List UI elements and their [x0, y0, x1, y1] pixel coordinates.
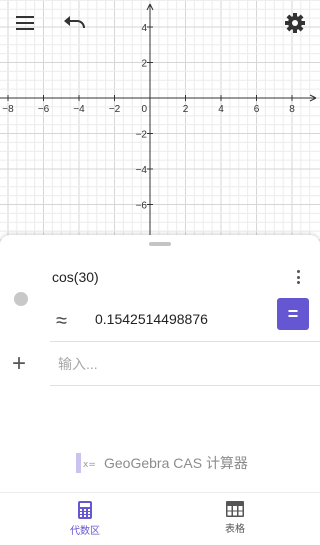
brand-text: GeoGebra CAS 计算器	[104, 455, 248, 471]
coordinate-grid[interactable]: −8 −6 −4 −2 2 4 6 8 4 2 −2 −4 −6 0	[0, 0, 320, 250]
gear-icon[interactable]	[281, 10, 309, 36]
bottom-navigation: 代数区 表格	[0, 492, 320, 545]
expression-text[interactable]: cos(30)	[52, 269, 99, 285]
brand-banner: x= GeoGebra CAS 计算器	[76, 453, 248, 473]
visibility-toggle[interactable]	[14, 292, 28, 306]
more-options-icon[interactable]	[291, 268, 305, 286]
table-icon	[226, 501, 244, 517]
nav-item-table[interactable]: 表格	[190, 501, 280, 535]
nav-label-algebra: 代数区	[70, 526, 100, 537]
graphics-view[interactable]: −8 −6 −4 −2 2 4 6 8 4 2 −2 −4 −6 0	[0, 0, 320, 250]
drag-handle[interactable]	[149, 242, 171, 246]
y-tick-label: −2	[136, 130, 148, 141]
x-tick-label: −4	[73, 104, 85, 115]
row-divider	[50, 341, 320, 342]
y-tick-label: −6	[136, 201, 148, 212]
input-row[interactable]	[50, 343, 320, 385]
y-tick-label: 2	[141, 59, 147, 70]
x-tick-label: −8	[2, 104, 14, 115]
x-tick-label: 8	[289, 104, 295, 115]
y-tick-label: 4	[141, 23, 147, 34]
y-tick-label: −4	[136, 165, 148, 176]
algebra-input[interactable]	[50, 343, 288, 385]
x-tick-label: 4	[218, 104, 224, 115]
x-tick-label: 6	[254, 104, 260, 115]
equals-toggle-button[interactable]: =	[277, 298, 309, 330]
x-tick-label: 2	[183, 104, 189, 115]
x-tick-label: −2	[109, 104, 121, 115]
input-divider	[50, 385, 320, 386]
nav-item-algebra[interactable]: 代数区	[40, 501, 130, 537]
x-tick-label: −6	[38, 104, 50, 115]
cas-icon: x=	[76, 453, 96, 473]
origin-label: 0	[141, 104, 147, 115]
menu-icon[interactable]	[11, 10, 39, 36]
result-value: 0.1542514498876	[95, 311, 208, 327]
nav-label-table: 表格	[225, 524, 245, 535]
approx-symbol: ≈	[56, 310, 67, 332]
add-icon[interactable]: +	[12, 352, 26, 376]
cas-icon-text: x=	[83, 460, 96, 470]
undo-icon[interactable]	[61, 10, 89, 36]
calculator-icon	[78, 501, 92, 519]
